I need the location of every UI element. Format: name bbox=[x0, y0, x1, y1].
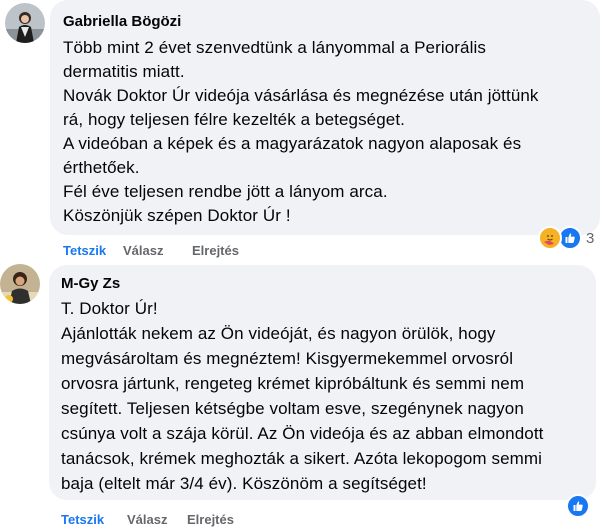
hide-link[interactable]: Elrejtés bbox=[192, 243, 239, 258]
hide-link[interactable]: Elrejtés bbox=[187, 512, 234, 527]
reaction-count: 3 bbox=[586, 229, 595, 247]
comment-bubble: M-Gy Zs T. Doktor Úr! Ajánlották nekem a… bbox=[49, 265, 596, 500]
comment-actions: Tetszik Válasz Elrejtés bbox=[61, 512, 261, 528]
like-icon bbox=[566, 494, 590, 518]
comment-actions: Tetszik Válasz Elrejtés bbox=[63, 243, 263, 259]
avatar[interactable] bbox=[0, 264, 40, 304]
comment-text-line: Ajánlották nekem az Ön videóját, és nagy… bbox=[61, 324, 496, 343]
comment-text-line: rá, hogy teljesen félre kezelték a beteg… bbox=[63, 110, 405, 129]
comment-text-line: csúnya volt a szája körül. Az Ön videója… bbox=[61, 424, 544, 443]
comment-text-line: T. Doktor Úr! bbox=[61, 299, 158, 318]
comment-text-line: tanácsok, krémek meghozták a sikert. Azó… bbox=[61, 449, 543, 468]
avatar-photo-icon bbox=[0, 264, 40, 304]
reaction-summary[interactable]: 3 bbox=[538, 226, 594, 250]
comment-text-line: dermatitis miatt. bbox=[63, 62, 185, 81]
comment-text-line: érthetőek. bbox=[63, 158, 140, 177]
comment-text-line: baja (eltelt már 3/4 év). Köszönöm a seg… bbox=[61, 474, 427, 493]
reply-link[interactable]: Válasz bbox=[123, 243, 163, 258]
like-link[interactable]: Tetszik bbox=[61, 512, 104, 527]
care-icon bbox=[538, 226, 562, 250]
comment-text-line: Több mint 2 évet szenvedtünk a lányommal… bbox=[63, 38, 486, 57]
comment-text-line: orvosra jártunk, rengeteg krémet kipróbá… bbox=[61, 374, 525, 393]
comment-text-line: segített. Teljesen kétségbe voltam esve,… bbox=[61, 399, 524, 418]
like-link[interactable]: Tetszik bbox=[63, 243, 106, 258]
comment-text-line: A videóban a képek és a magyarázatok nag… bbox=[63, 134, 522, 153]
comment-bubble: Gabriella Bögözi Több mint 2 évet szenve… bbox=[50, 0, 600, 235]
avatar-photo-icon bbox=[5, 3, 45, 43]
avatar[interactable] bbox=[5, 3, 45, 43]
comment-author[interactable]: Gabriella Bögözi bbox=[63, 13, 181, 30]
comment-text-line: Novák Doktor Úr videója vásárlása és meg… bbox=[63, 86, 539, 105]
comment-text-line: Fél éve teljesen rendbe jött a lányom ar… bbox=[63, 182, 388, 201]
reaction-summary[interactable] bbox=[566, 494, 590, 518]
reply-link[interactable]: Válasz bbox=[127, 512, 167, 527]
comment-author[interactable]: M-Gy Zs bbox=[61, 275, 120, 292]
comment-text-line: megvásároltam és megnéztem! Kisgyermekem… bbox=[61, 349, 514, 368]
comment-text-line: Köszönjük szépen Doktor Úr ! bbox=[63, 206, 291, 225]
